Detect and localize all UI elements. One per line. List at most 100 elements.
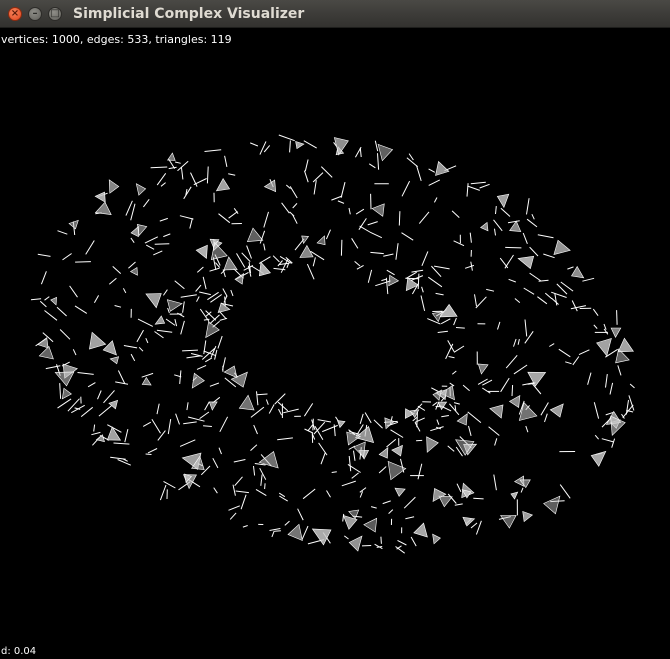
- edge: [180, 294, 197, 298]
- edge: [263, 145, 271, 153]
- edge: [141, 372, 154, 378]
- edge: [260, 474, 263, 486]
- edge: [163, 233, 171, 238]
- edge: [246, 245, 252, 259]
- edge: [470, 181, 486, 185]
- edge: [59, 329, 71, 340]
- edge: [263, 243, 266, 251]
- triangle: [384, 417, 395, 430]
- triangle: [108, 179, 120, 194]
- triangle: [617, 337, 634, 353]
- edge: [303, 170, 309, 183]
- edge: [447, 340, 455, 352]
- edge: [386, 269, 395, 276]
- edge: [154, 243, 170, 245]
- edge: [354, 261, 361, 267]
- minimize-icon[interactable]: –: [28, 7, 42, 21]
- edge: [269, 528, 281, 531]
- edge: [469, 232, 472, 243]
- edge: [281, 202, 290, 214]
- edge: [57, 398, 72, 409]
- edge: [136, 329, 144, 343]
- edge: [359, 147, 362, 158]
- maximize-icon[interactable]: □: [48, 7, 62, 21]
- edge: [320, 452, 326, 465]
- edge: [325, 229, 331, 240]
- edge: [385, 277, 389, 295]
- title-bar[interactable]: × – □ Simplicial Complex Visualizer: [0, 0, 670, 28]
- stats-readout: vertices: 1000, edges: 533, triangles: 1…: [1, 33, 232, 46]
- edge: [383, 253, 394, 257]
- edge: [529, 272, 542, 282]
- edge: [272, 255, 280, 263]
- edge: [219, 416, 229, 433]
- edge: [451, 210, 460, 218]
- edge: [80, 406, 94, 417]
- edge: [347, 463, 361, 473]
- edge: [147, 448, 158, 454]
- edge: [462, 384, 470, 392]
- edge: [559, 484, 571, 499]
- edge: [179, 439, 196, 447]
- edge: [168, 166, 177, 170]
- edge: [128, 261, 136, 269]
- edge: [344, 535, 349, 540]
- edge: [189, 218, 193, 229]
- render-canvas[interactable]: [0, 28, 670, 659]
- edge: [117, 370, 126, 385]
- edge: [571, 300, 578, 312]
- edge: [217, 335, 223, 349]
- edge: [318, 442, 328, 456]
- triangle: [590, 450, 607, 467]
- triangle: [510, 491, 519, 500]
- edge: [306, 263, 315, 280]
- edge: [408, 153, 414, 161]
- edge: [203, 318, 210, 321]
- triangle: [238, 394, 255, 411]
- triangle: [223, 256, 238, 271]
- edge: [206, 166, 209, 184]
- edge: [156, 403, 160, 415]
- edge: [182, 349, 198, 352]
- edge-layer: [30, 134, 635, 554]
- close-icon[interactable]: ×: [8, 7, 22, 21]
- edge: [175, 413, 180, 425]
- edge: [196, 364, 207, 370]
- edge: [204, 149, 222, 152]
- edge: [355, 208, 365, 215]
- edge: [397, 539, 407, 546]
- triangle: [311, 528, 332, 546]
- edge: [537, 234, 554, 239]
- edge: [40, 271, 47, 285]
- edge: [304, 159, 309, 172]
- edge: [495, 206, 497, 215]
- edge: [165, 318, 176, 326]
- triangle: [208, 401, 218, 411]
- edge: [629, 383, 635, 389]
- edge: [507, 220, 520, 224]
- edge: [466, 183, 469, 197]
- triangle: [426, 436, 439, 453]
- edge: [373, 419, 383, 429]
- app-window: × – □ Simplicial Complex Visualizer vert…: [0, 0, 670, 659]
- edge: [265, 399, 269, 405]
- edge: [543, 253, 555, 259]
- edge: [375, 280, 391, 287]
- edge: [213, 487, 218, 494]
- edge: [174, 161, 181, 164]
- edge: [130, 203, 136, 221]
- triangle: [109, 356, 120, 365]
- edge: [337, 200, 345, 204]
- edge: [605, 374, 608, 388]
- edge: [236, 253, 246, 268]
- triangle: [543, 495, 561, 515]
- edge: [87, 382, 96, 388]
- edge: [218, 213, 231, 224]
- triangle: [500, 515, 517, 529]
- edge: [551, 297, 559, 305]
- triangle: [287, 523, 303, 541]
- edge: [470, 522, 478, 529]
- edge: [263, 211, 269, 228]
- edge: [159, 484, 167, 501]
- edge: [179, 215, 194, 220]
